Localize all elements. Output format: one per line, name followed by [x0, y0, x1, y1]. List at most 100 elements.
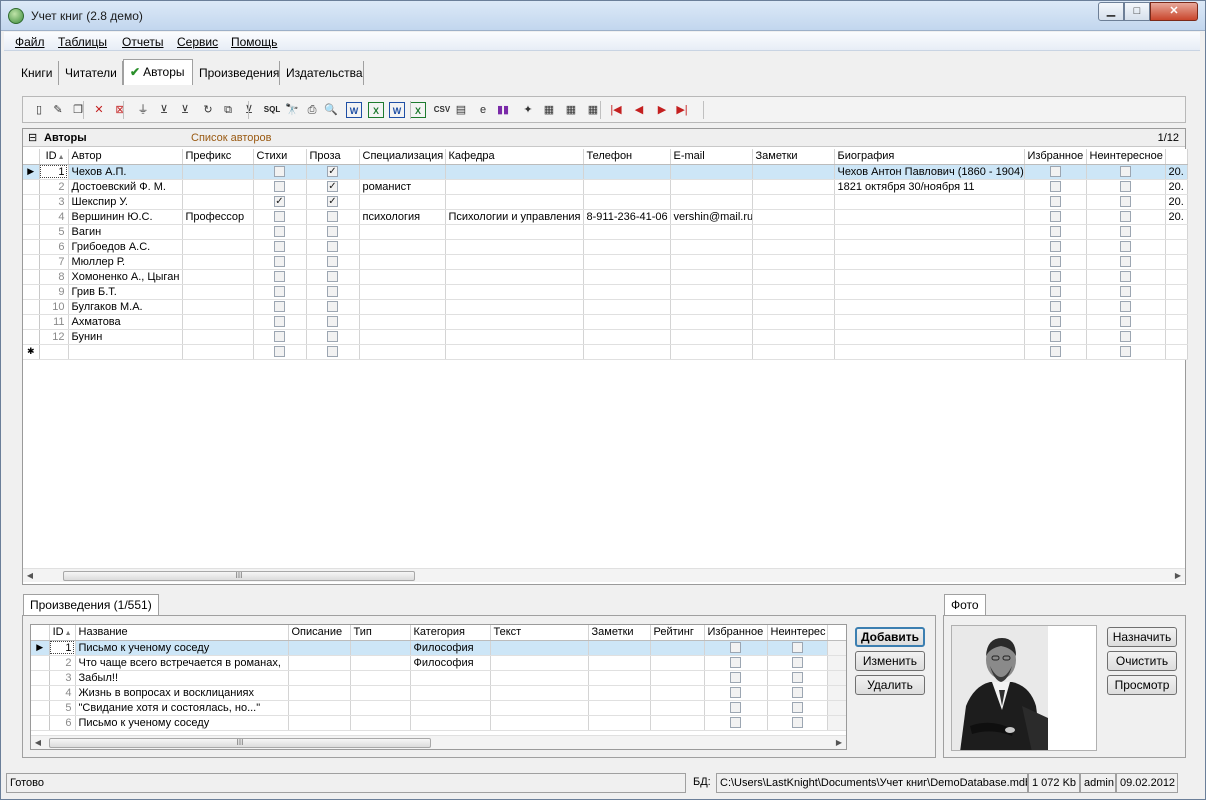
checkbox[interactable]: ✓	[274, 196, 285, 208]
cell-dept[interactable]	[445, 194, 584, 210]
row-indicator[interactable]	[23, 254, 40, 270]
cell-prefix[interactable]	[182, 329, 254, 345]
filter-icon[interactable]: ⏚	[135, 102, 151, 118]
cell-notint[interactable]	[1086, 209, 1166, 225]
checkbox[interactable]	[274, 226, 285, 238]
checkbox[interactable]	[327, 241, 338, 253]
minimize-button[interactable]: ▁	[1098, 2, 1124, 21]
checkbox[interactable]	[1049, 256, 1061, 268]
checkbox[interactable]	[1120, 271, 1131, 283]
cell-notint[interactable]	[1086, 284, 1166, 300]
checkbox[interactable]	[1120, 241, 1131, 253]
cell-prose[interactable]	[306, 239, 360, 255]
col-email-header[interactable]: E-mail	[670, 149, 753, 165]
cell-id[interactable]: 3	[39, 194, 69, 210]
cell-dept[interactable]	[445, 179, 584, 195]
cell-poems[interactable]	[253, 239, 307, 255]
checkbox[interactable]: ✓	[327, 181, 338, 193]
vscroll-cell[interactable]	[827, 670, 846, 686]
cell-extra[interactable]: 20.	[1165, 209, 1188, 225]
cell-id[interactable]: 5	[39, 224, 69, 240]
clear-filter-icon[interactable]: ⊻	[156, 102, 172, 118]
checkbox[interactable]	[327, 346, 338, 358]
cell-fav[interactable]	[1024, 299, 1087, 315]
checkbox[interactable]	[730, 672, 741, 684]
cell-category[interactable]	[410, 685, 491, 701]
cell-id[interactable]: 5	[49, 700, 76, 716]
scroll-left-icon[interactable]: ◀	[23, 569, 37, 583]
cell-email[interactable]	[670, 314, 753, 330]
cell-prose[interactable]	[306, 254, 360, 270]
cell-notes[interactable]	[752, 224, 835, 240]
checkbox[interactable]	[791, 657, 803, 669]
checkbox[interactable]	[274, 331, 285, 343]
works-col-name-header[interactable]: Название	[75, 625, 289, 641]
cell-text[interactable]	[490, 640, 589, 656]
cell-notint[interactable]	[1086, 194, 1166, 210]
find-icon[interactable]: 🔭	[284, 102, 300, 118]
cell-notint[interactable]	[767, 670, 828, 686]
checkbox[interactable]	[327, 301, 338, 313]
checkbox[interactable]	[1120, 331, 1131, 343]
works-col-notint-header[interactable]: Неинтерес	[767, 625, 828, 641]
cell-notes[interactable]	[752, 194, 835, 210]
cell-prose[interactable]	[306, 224, 360, 240]
cell-fav[interactable]	[704, 700, 768, 716]
checkbox[interactable]	[1120, 226, 1131, 238]
menu-tables[interactable]: Таблицы	[58, 35, 107, 49]
html-export-icon[interactable]: e	[475, 102, 491, 118]
table-row[interactable]: ▶ 1 Письмо к ученому соседу Философия	[31, 640, 846, 656]
cell-poems[interactable]	[253, 179, 307, 195]
checkbox[interactable]	[1120, 286, 1131, 298]
cell-dept[interactable]	[445, 239, 584, 255]
cell-desc[interactable]	[288, 700, 351, 716]
cell-desc[interactable]	[288, 640, 351, 656]
cell-id[interactable]: 1	[49, 640, 76, 656]
checkbox[interactable]	[1049, 286, 1061, 298]
row-indicator[interactable]	[31, 655, 50, 671]
cell-email[interactable]: vershin@mail.ru	[670, 209, 753, 225]
cell-bio[interactable]	[834, 284, 1025, 300]
cell-id[interactable]: 4	[49, 685, 76, 701]
tab-readers[interactable]: Читатели	[59, 61, 123, 85]
works-col-category-header[interactable]: Категория	[410, 625, 491, 641]
row-indicator[interactable]	[23, 314, 40, 330]
settings-icon[interactable]: ▦	[541, 102, 557, 118]
cell-notes[interactable]	[588, 715, 651, 731]
tab-authors[interactable]: ✔ Авторы	[123, 59, 193, 85]
table-row[interactable]: 6 Письмо к ученому соседу	[31, 715, 846, 731]
maximize-button[interactable]: □	[1124, 2, 1150, 21]
excel-export-icon[interactable]: X	[368, 102, 384, 118]
cell-name[interactable]: Забыл!!	[75, 670, 289, 686]
title-bar[interactable]: Учет книг (2.8 демо) ▁ □ ✕	[1, 1, 1205, 31]
cell-desc[interactable]	[288, 655, 351, 671]
cell-rating[interactable]	[650, 715, 705, 731]
table-row[interactable]: 2 Достоевский Ф. М. ✓ романист 1821 октября …	[23, 179, 1188, 195]
cell-notes[interactable]	[752, 269, 835, 285]
print-icon[interactable]: ⎙	[304, 102, 320, 118]
tab-works[interactable]: Произведения	[193, 61, 280, 85]
vscroll-cell[interactable]	[827, 655, 846, 671]
clear-filters-icon[interactable]: ⊻	[177, 102, 193, 118]
cell-fav[interactable]	[1024, 209, 1087, 225]
col-prefix-header[interactable]: Префикс	[182, 149, 254, 165]
cell-notint[interactable]	[767, 715, 828, 731]
edit-button[interactable]: Изменить	[855, 651, 925, 671]
cell-prose[interactable]: ✓	[306, 194, 360, 210]
table-row[interactable]: 11 Ахматова	[23, 314, 1188, 330]
cell-type[interactable]	[350, 685, 411, 701]
cell-fav[interactable]	[704, 685, 768, 701]
cell-prefix[interactable]	[182, 254, 254, 270]
table-settings-icon[interactable]: ▦	[585, 102, 601, 118]
works-col-rating-header[interactable]: Рейтинг	[650, 625, 705, 641]
checkbox[interactable]	[730, 642, 741, 654]
cell-author[interactable]: Вагин	[68, 224, 183, 240]
checkbox[interactable]	[1120, 346, 1131, 358]
col-notint-header[interactable]: Неинтересное	[1086, 149, 1166, 165]
works-col-type-header[interactable]: Тип	[350, 625, 411, 641]
cell-name[interactable]: "Свидание хотя и состоялась, но..."	[75, 700, 289, 716]
cell-spec[interactable]	[359, 269, 446, 285]
app-icon[interactable]	[8, 8, 24, 24]
cell-fav[interactable]	[1024, 269, 1087, 285]
checkbox[interactable]	[1120, 256, 1131, 268]
